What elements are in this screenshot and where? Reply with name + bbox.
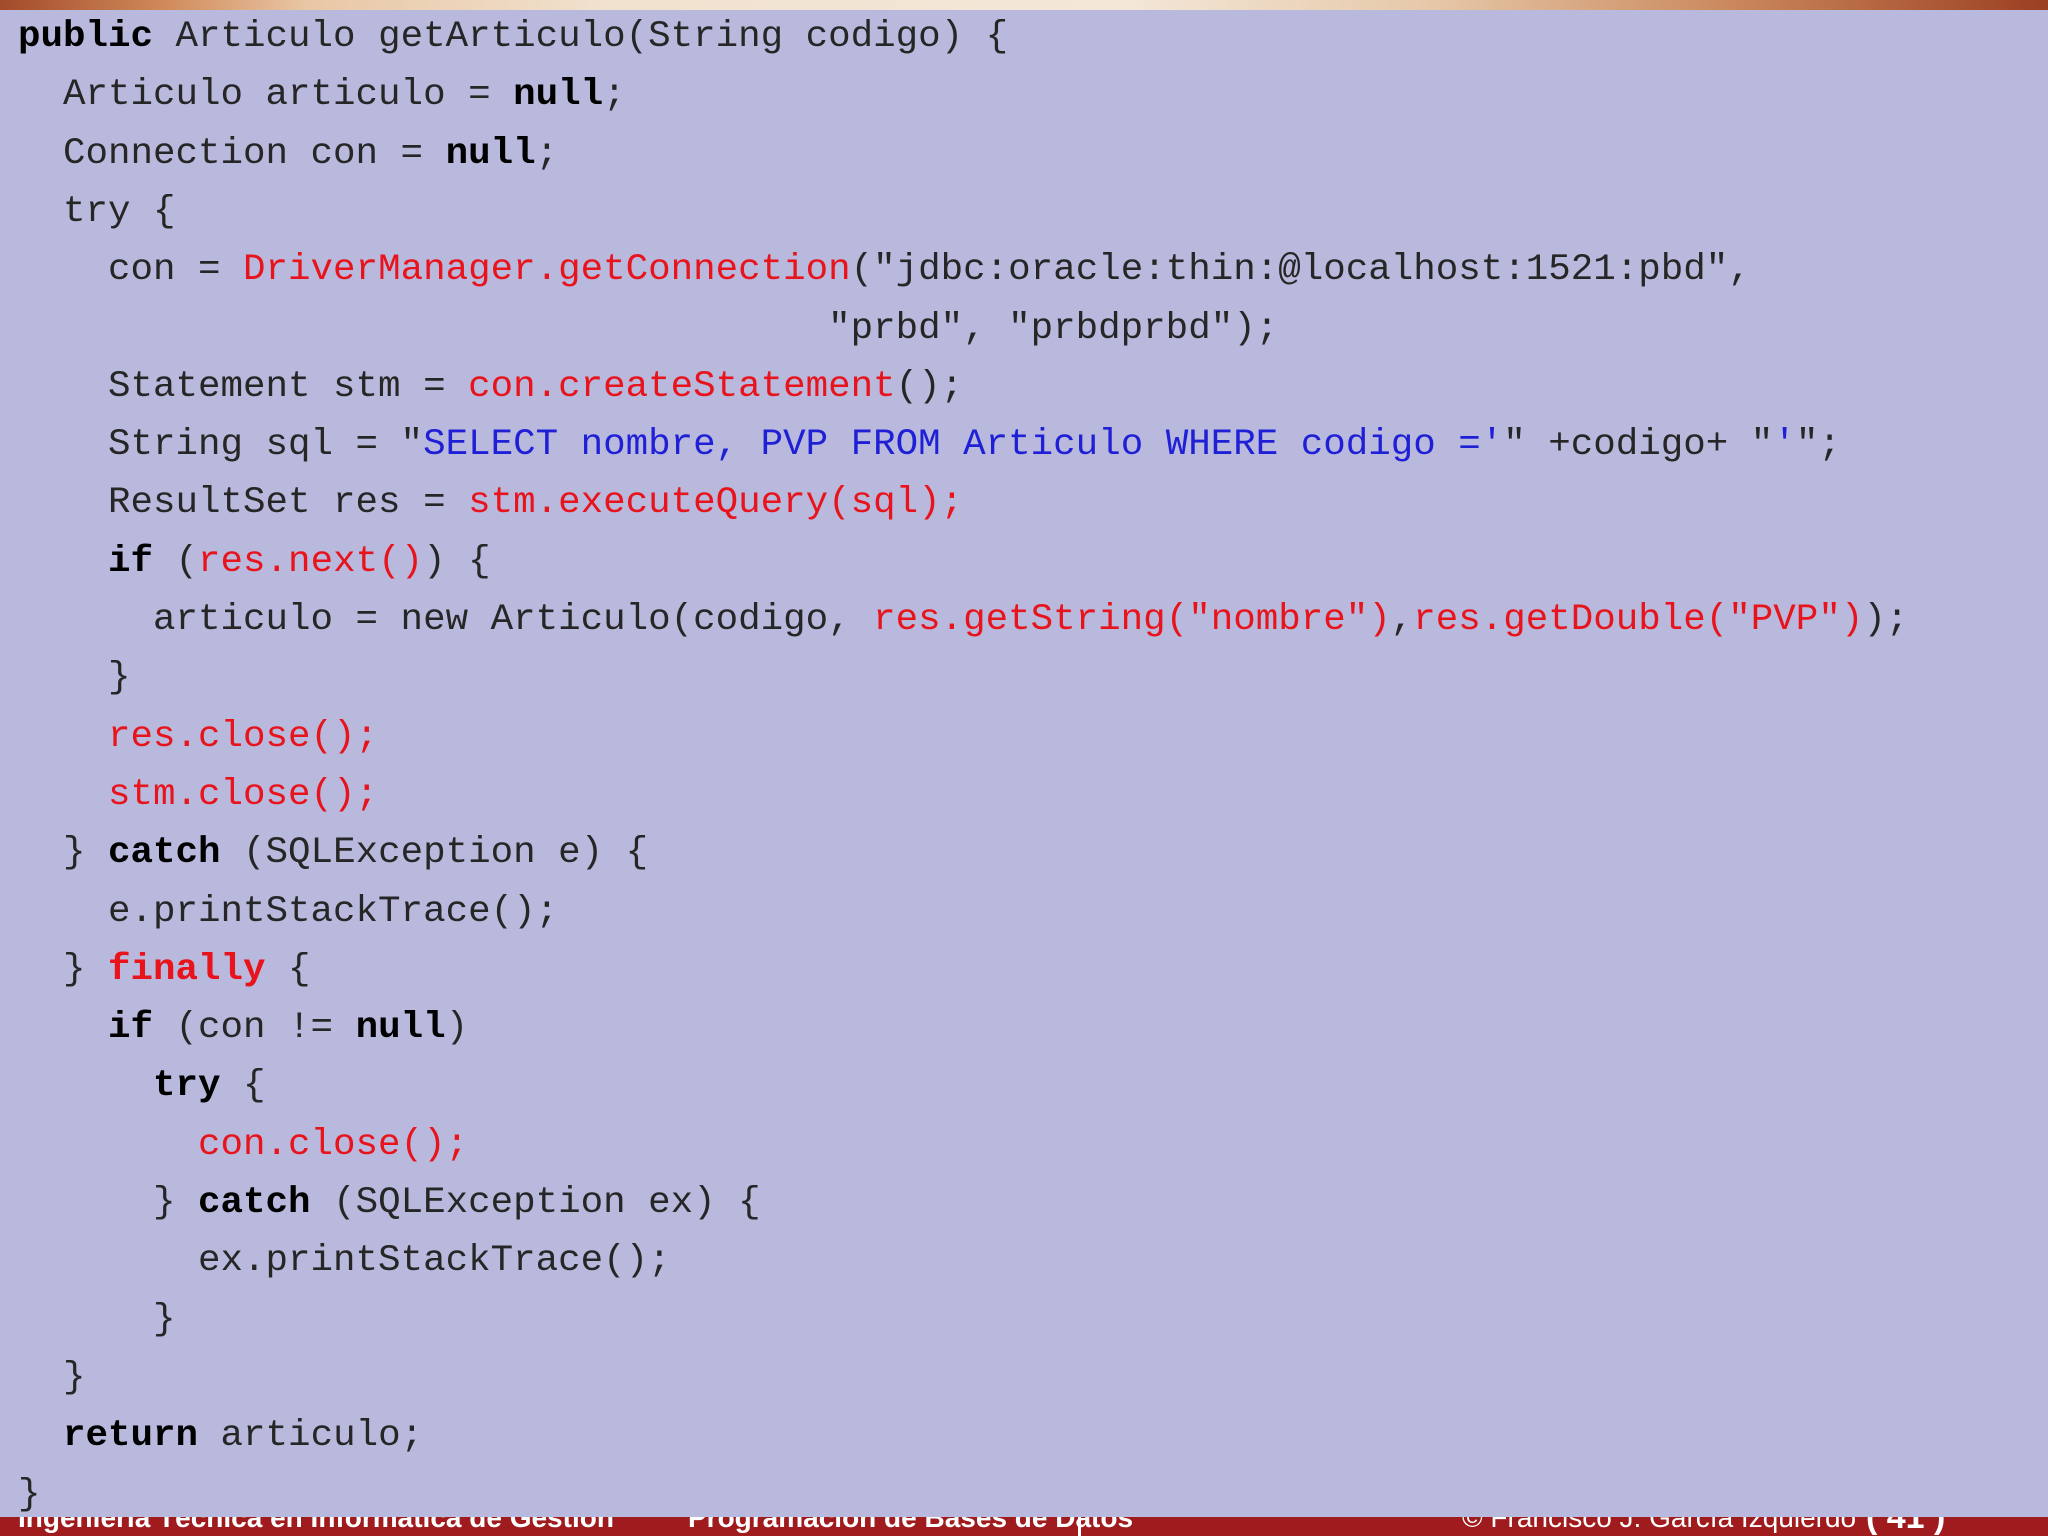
code-token: e.printStackTrace(); (18, 890, 559, 933)
code-line: } finally { (18, 941, 311, 999)
code-line: Connection con = null; (18, 125, 558, 183)
code-line: } catch (SQLException ex) { (18, 1174, 761, 1232)
code-token: articulo; (198, 1415, 424, 1458)
code-token: { (265, 948, 311, 991)
code-line: return articulo; (18, 1407, 423, 1465)
code-line: res.close(); (18, 708, 378, 766)
code-token: catch (198, 1182, 311, 1224)
code-token: } (18, 1356, 86, 1399)
code-line: try { (18, 183, 176, 241)
code-token: if (108, 1007, 154, 1050)
code-line: Statement stm = con.createStatement(); (18, 358, 963, 416)
code-token: ex.printStackTrace(); (18, 1240, 671, 1283)
code-token: res.getDouble("PVP") (1413, 599, 1864, 641)
code-token: try { (18, 190, 176, 233)
code-token: , (1390, 599, 1414, 641)
code-line: Articulo articulo = null; (18, 66, 626, 124)
code-token: } (18, 1473, 41, 1516)
code-line: e.printStackTrace(); (18, 883, 558, 941)
code-token: Articulo getArticulo(String codigo) { (153, 16, 1009, 58)
code-token: try (153, 1065, 221, 1108)
code-token: "prbd", "prbdprbd"); (18, 307, 1279, 350)
code-token: con.createStatement (468, 365, 896, 408)
code-token: } (18, 832, 109, 875)
footer-bar: Ingeniería Técnica en Informática de Ges… (0, 1517, 2048, 1536)
code-token: catch (108, 832, 221, 875)
code-token: SELECT nombre, PVP FROM Articulo WHERE c… (423, 424, 1504, 467)
code-token: return (63, 1415, 199, 1458)
code-line: } (18, 1291, 176, 1349)
code-token: Articulo articulo = (18, 74, 514, 117)
code-token: ); (1863, 599, 1909, 641)
code-token: String sql = " (18, 424, 424, 467)
footer-subject: Programación de Bases de Datos (688, 1517, 1134, 1533)
code-token: DriverManager.getConnection (243, 249, 851, 292)
code-token: " +codigo+ " (1503, 424, 1774, 467)
code-line: con = DriverManager.getConnection("jdbc:… (18, 241, 1751, 299)
code-token: Connection con = (18, 132, 446, 175)
code-line: } (18, 1466, 41, 1524)
code-line: "prbd", "prbdprbd"); (18, 300, 1278, 358)
code-token: stm.executeQuery(sql); (468, 482, 964, 525)
code-line: if (con != null) (18, 999, 468, 1057)
code-line: ex.printStackTrace(); (18, 1232, 671, 1290)
footer-page-number: ( 41 ) (1866, 1517, 1946, 1536)
code-token: null (513, 74, 604, 117)
code-token: } (18, 1298, 176, 1341)
code-token: ResultSet res = (18, 482, 469, 525)
slide: public Articulo getArticulo(String codig… (0, 0, 2048, 1536)
code-token: res.close(); (108, 715, 379, 758)
code-line: articulo = new Articulo(codigo, res.getS… (18, 591, 1908, 649)
code-token: articulo = new Articulo(codigo, (18, 599, 874, 641)
code-line: } (18, 1349, 86, 1407)
code-token: } (18, 948, 109, 991)
code-token: (SQLException e) { (220, 832, 649, 875)
code-token: (con != (153, 1007, 356, 1050)
code-line: try { (18, 1057, 266, 1115)
code-token: Statement stm = (18, 365, 469, 408)
code-line: } (18, 649, 131, 707)
code-line: ResultSet res = stm.executeQuery(sql); (18, 474, 963, 532)
footer-divider (1078, 1517, 1081, 1536)
code-token: (SQLException ex) { (310, 1182, 761, 1224)
code-token: null (445, 132, 536, 175)
code-line: stm.close(); (18, 766, 378, 824)
code-token: con.close(); (198, 1123, 469, 1166)
code-line: public Articulo getArticulo(String codig… (18, 8, 1008, 66)
code-token: null (355, 1007, 446, 1050)
code-token: stm.close(); (108, 773, 379, 816)
code-token: } (18, 657, 131, 700)
code-token: ; (603, 74, 626, 117)
code-token: if (108, 540, 154, 583)
footer-author: © Francisco J. García Izquierdo (1462, 1517, 1857, 1533)
code-line: con.close(); (18, 1116, 468, 1174)
code-token: ' (1773, 424, 1796, 467)
code-token: con = (18, 249, 244, 292)
code-token: (); (895, 365, 964, 408)
code-line: String sql = "SELECT nombre, PVP FROM Ar… (18, 416, 1841, 474)
code-token: ) (445, 1007, 469, 1050)
code-token: ( (153, 540, 199, 583)
code-token: public (18, 16, 154, 58)
footer-course: Ingeniería Técnica en Informática de Ges… (18, 1517, 614, 1533)
code-token: "; (1795, 424, 1841, 467)
code-token: finally (108, 948, 266, 991)
code-token: res.next() (198, 540, 424, 583)
code-token: { (220, 1065, 266, 1108)
code-token: res.getString("nombre") (873, 599, 1391, 641)
code-line: } catch (SQLException e) { (18, 824, 648, 882)
code-token: ("jdbc:oracle:thin:@localhost:1521:pbd", (850, 249, 1751, 292)
code-token: ) { (423, 540, 491, 583)
code-line: if (res.next()) { (18, 533, 491, 591)
code-token: ; (535, 132, 559, 175)
code-token: } (18, 1182, 199, 1224)
